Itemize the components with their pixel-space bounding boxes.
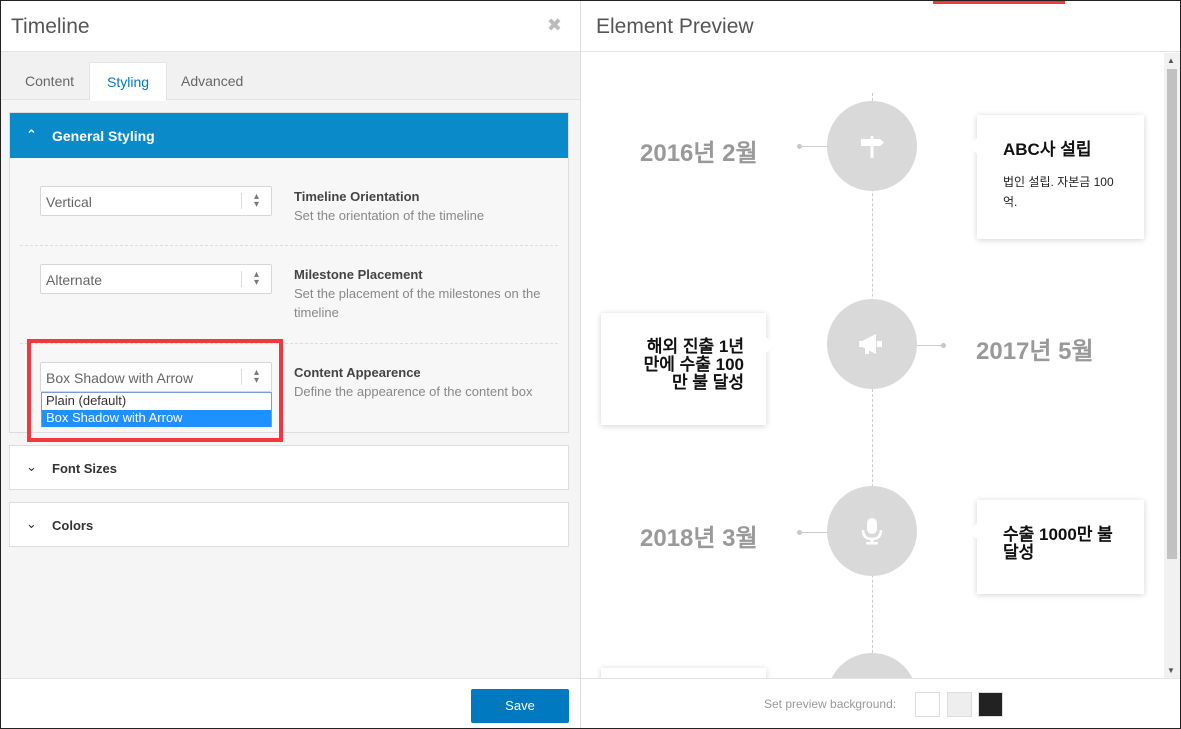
orientation-row: Vertical ▴ ▾ Timeline Orientation Set the… [20, 158, 558, 246]
connector-line [800, 532, 828, 533]
signpost-icon [861, 136, 884, 158]
milestone-card: 해외 진출 1년 만에 수출 100 만 불 달성 [601, 313, 774, 425]
section-label: Colors [52, 518, 94, 533]
select-arrows-icon: ▴ ▾ [241, 192, 271, 210]
card-title: ABC사 설립 [1003, 140, 1092, 159]
timeline-preview: 2016년 2월 ABC사 설립 법인 설립. 자본금 100억. 해외 진출 … [581, 53, 1180, 678]
preview-footer: Set preview background: [581, 678, 1180, 728]
select-value: Alternate [46, 272, 103, 288]
tab-styling[interactable]: Styling [89, 62, 168, 101]
preview-title: Element Preview [596, 15, 754, 38]
scroll-thumb[interactable] [1167, 69, 1177, 559]
section-label: General Styling [52, 128, 155, 144]
microphone-icon [861, 518, 883, 545]
connector-line [917, 345, 943, 346]
placement-row: Alternate ▴ ▾ Milestone Placement Set the… [20, 246, 558, 344]
card-arrow [766, 337, 774, 353]
background-swatch-dark[interactable] [978, 692, 1003, 717]
general-styling-header[interactable]: ⌃ General Styling [10, 113, 568, 158]
milestone-circle [827, 486, 917, 576]
tab-advanced[interactable]: Advanced [164, 62, 260, 101]
milestone-card: ABC사 설립 법인 설립. 자본금 100억. [969, 115, 1144, 239]
preview-panel: Element Preview 2016년 2월 ABC사 설립 법인 설립. … [581, 1, 1180, 728]
milestone-date: 2018년 3월 [640, 525, 758, 552]
timeline-editor-window: Timeline ✖ Content Styling Advanced ⌃ Ge… [0, 0, 1181, 729]
milestone-date: 2017년 5월 [976, 338, 1094, 365]
settings-panel: Timeline ✖ Content Styling Advanced ⌃ Ge… [1, 1, 581, 728]
milestone-card [601, 668, 766, 678]
font-sizes-section[interactable]: ⌄ Font Sizes [9, 445, 569, 490]
panel-title: Timeline [11, 15, 90, 38]
colors-section[interactable]: ⌄ Colors [9, 502, 569, 547]
row-title: Content Appearence [294, 365, 421, 380]
milestone-circle [827, 299, 917, 389]
milestone-circle [827, 653, 917, 678]
save-button[interactable]: Save [471, 689, 569, 723]
scroll-up-icon[interactable]: ▲ [1167, 56, 1175, 65]
select-arrows-icon: ▴ ▾ [241, 270, 271, 288]
tab-content[interactable]: Content [8, 62, 91, 101]
row-description: Set the placement of the milestones on t… [294, 286, 541, 320]
highlight-box [27, 339, 283, 442]
row-title: Timeline Orientation [294, 189, 420, 204]
scroll-down-icon[interactable]: ▼ [1167, 666, 1175, 675]
card-body: 법인 설립. 자본금 100억. [1003, 175, 1114, 209]
row-description: Set the orientation of the timeline [294, 208, 485, 223]
milestone-circle [827, 101, 917, 191]
background-swatch-light[interactable] [947, 692, 972, 717]
card-title: 해외 진출 1년 만에 수출 100 만 불 달성 [643, 337, 744, 392]
settings-footer: Save [1, 678, 580, 728]
card-arrow [969, 523, 977, 539]
select-value: Vertical [46, 194, 92, 210]
tab-bar: Content Styling Advanced [1, 52, 580, 101]
preview-scrollbar[interactable]: ▲ ▼ [1164, 53, 1180, 678]
chevron-up-icon: ⌃ [26, 127, 37, 142]
connector-line [800, 146, 828, 147]
card-arrow [969, 138, 977, 154]
milestone-date: 2016년 2월 [640, 140, 758, 167]
close-icon[interactable]: ✖ [547, 15, 562, 36]
connector-dot [941, 343, 946, 348]
chevron-down-icon: ⌄ [26, 459, 37, 474]
milestone-card: 수출 1000만 불 달성 [969, 500, 1144, 594]
row-title: Milestone Placement [294, 267, 423, 282]
preview-header: Element Preview [581, 1, 1180, 52]
placement-select[interactable]: Alternate ▴ ▾ [40, 264, 272, 294]
accent-bar [933, 1, 1065, 4]
chevron-down-icon: ⌄ [26, 516, 37, 531]
background-swatch-white[interactable] [915, 692, 940, 717]
card-title: 수출 1000만 불 달성 [1003, 525, 1113, 562]
megaphone-icon [859, 334, 882, 354]
settings-header: Timeline ✖ [1, 1, 580, 52]
section-label: Font Sizes [52, 461, 118, 476]
orientation-select[interactable]: Vertical ▴ ▾ [40, 186, 272, 216]
row-description: Define the appearence of the content box [294, 384, 533, 399]
background-label: Set preview background: [764, 697, 897, 711]
